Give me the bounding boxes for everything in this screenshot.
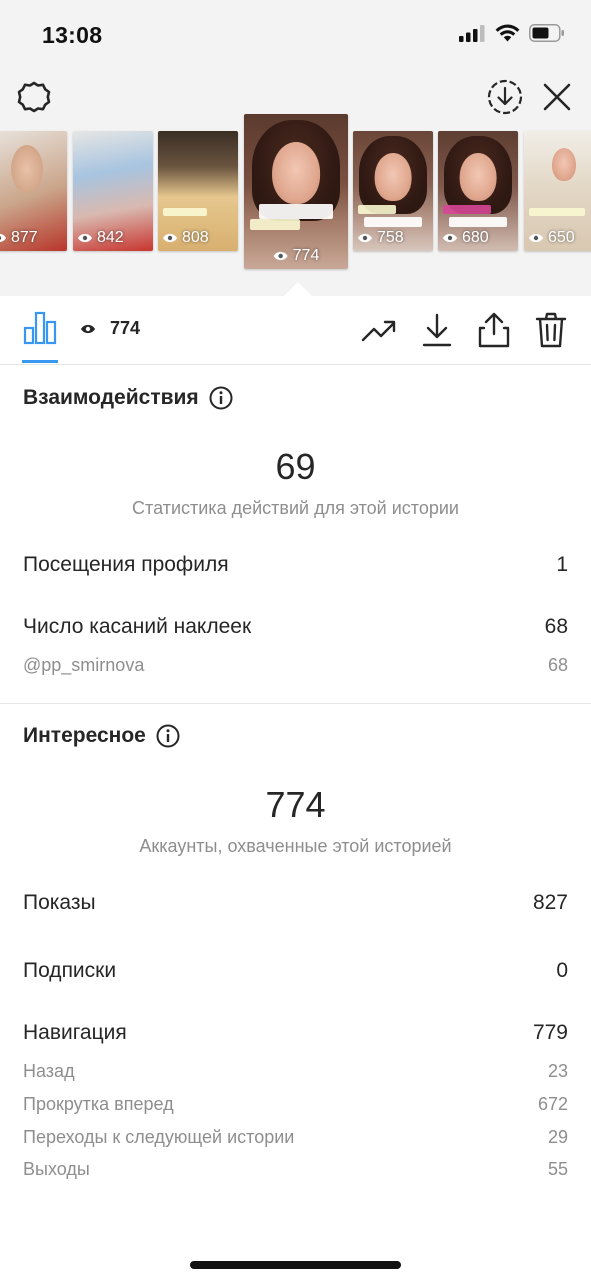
profile-visits-row: Посещения профиля 1 xyxy=(23,553,568,576)
wifi-icon xyxy=(495,24,520,42)
selection-pointer xyxy=(284,282,312,296)
insights-toolbar: 774 xyxy=(0,296,591,365)
story-view-count: 680 xyxy=(442,229,489,247)
nav-next-story-row: Переходы к следующей истории 29 xyxy=(23,1127,568,1147)
impressions-row: Показы 827 xyxy=(23,891,568,914)
navigation-row: Навигация 779 xyxy=(23,1021,568,1044)
status-time: 13:08 xyxy=(42,22,103,48)
reach-total: 774 xyxy=(265,784,326,825)
story-view-count: 877 xyxy=(0,229,38,247)
viewers-count: 774 xyxy=(110,318,141,338)
sticker-taps-row: Число касаний наклеек 68 xyxy=(23,615,568,638)
story-thumbnail[interactable]: 758 xyxy=(353,131,433,251)
trending-up-icon xyxy=(361,320,396,342)
story-thumbnail[interactable]: 842 xyxy=(73,131,153,251)
story-view-count: 808 xyxy=(162,229,209,247)
trash-icon xyxy=(535,312,567,348)
story-thumbnail[interactable]: 680 xyxy=(438,131,518,251)
download-icon xyxy=(422,313,452,347)
story-view-count: 774 xyxy=(273,247,319,265)
battery-icon xyxy=(529,24,564,42)
home-indicator[interactable] xyxy=(190,1261,401,1269)
eye-icon xyxy=(273,251,288,261)
active-tab-indicator xyxy=(22,360,58,363)
nav-exits-row: Выходы 55 xyxy=(23,1159,568,1179)
share-button[interactable] xyxy=(475,310,513,350)
sticker-mention-row: @pp_smirnova 68 xyxy=(23,655,568,675)
story-thumbnail[interactable]: 808 xyxy=(158,131,238,251)
viewers-tab[interactable]: 774 xyxy=(80,318,140,339)
story-view-count: 758 xyxy=(357,229,404,247)
story-thumbnail-selected[interactable]: 774 xyxy=(244,114,348,269)
eye-icon xyxy=(529,233,543,243)
eye-icon xyxy=(443,233,457,243)
story-view-count: 650 xyxy=(528,229,575,247)
story-view-count: 842 xyxy=(77,229,124,247)
discovery-section-title: Интересное xyxy=(23,724,180,748)
reach-caption: Аккаунты, охваченные этой историей xyxy=(139,836,452,856)
close-button[interactable] xyxy=(538,78,576,116)
tab-insights[interactable] xyxy=(22,310,58,346)
eye-icon xyxy=(81,324,95,333)
share-icon xyxy=(478,312,510,348)
promote-button[interactable] xyxy=(360,312,398,350)
eye-icon xyxy=(358,233,372,243)
eye-icon xyxy=(163,233,177,243)
interactions-caption: Статистика действий для этой истории xyxy=(132,498,459,518)
follows-row: Подписки 0 xyxy=(23,959,568,982)
interactions-total: 69 xyxy=(275,446,316,487)
download-button[interactable] xyxy=(418,310,456,350)
section-divider xyxy=(0,703,591,704)
eye-icon xyxy=(78,233,92,243)
bar-chart-icon xyxy=(23,311,57,345)
status-icons xyxy=(459,24,565,42)
story-thumbnail[interactable]: 650 xyxy=(524,131,591,251)
info-icon[interactable] xyxy=(209,386,233,410)
interactions-section-title: Взаимодействия xyxy=(23,386,233,410)
signal-icon xyxy=(459,25,485,42)
close-icon xyxy=(543,83,571,111)
delete-button[interactable] xyxy=(532,310,570,350)
info-icon[interactable] xyxy=(156,724,180,748)
download-circle-icon xyxy=(487,79,523,115)
gear-icon xyxy=(17,81,51,113)
nav-back-row: Назад 23 xyxy=(23,1061,568,1081)
story-strip[interactable]: 877 842 808 774 758 680 650 xyxy=(0,112,591,272)
story-thumbnail[interactable]: 877 xyxy=(0,131,67,251)
eye-icon xyxy=(0,234,6,242)
status-bar: 13:08 xyxy=(0,0,591,70)
nav-forward-row: Прокрутка вперед 672 xyxy=(23,1094,568,1114)
